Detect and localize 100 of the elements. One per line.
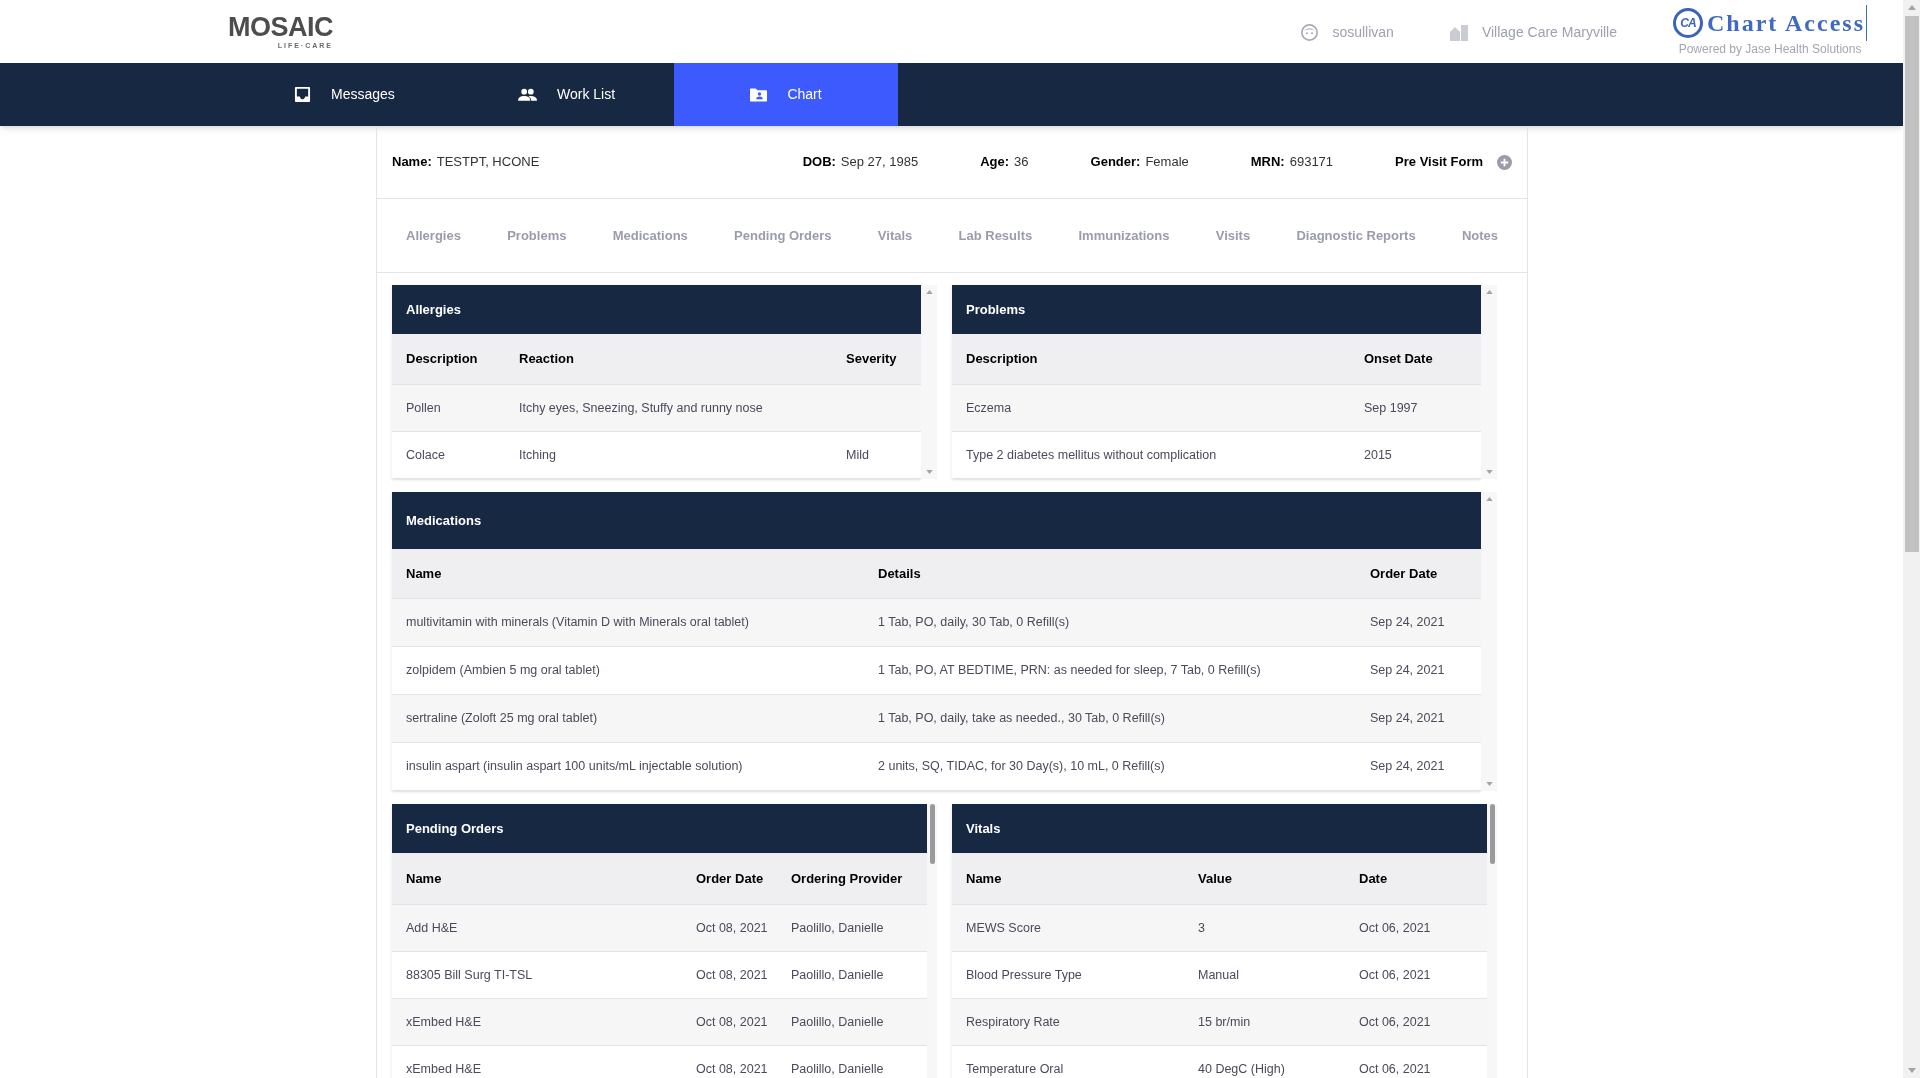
username: sosullivan [1332,23,1394,42]
table-cell-text: zolpidem (Ambien 5 mg oral tablet) [406,662,601,680]
pre-visit-form-button[interactable]: Pre Visit Form [1395,152,1512,172]
section-tab[interactable]: Medications [612,225,688,246]
table-cell-text: Oct 06, 2021 [1359,919,1432,937]
table-cell-text: Pollen [406,399,442,417]
section-tab[interactable]: Lab Results [958,225,1033,246]
table-cell-text: Paolillo, Danielle [791,1060,885,1078]
scroll-up-icon[interactable] [1907,5,1916,10]
table-cell-text: Sep 24, 2021 [1370,662,1446,680]
table-cell-text: Oct 08, 2021 [696,1013,769,1031]
table-cell-text: Type 2 diabetes mellitus without complication [966,446,1218,464]
table-cell-text: Oct 06, 2021 [1359,1013,1432,1031]
table-cell-text: Paolillo, Danielle [791,919,885,937]
column-header: Details [878,564,922,583]
scroll-down-icon[interactable] [925,470,933,474]
table-cell-text: Blood Pressure Type [966,966,1083,984]
table-cell-text: Sep 24, 2021 [1370,758,1446,776]
table-cell-text: Sep 24, 2021 [1370,614,1446,632]
nav-tab[interactable]: Messages [226,63,450,126]
section-tab[interactable]: Immunizations [1078,225,1170,246]
table-cell-text: 15 br/min [1198,1013,1252,1031]
brand-name: Chart Access [1707,5,1867,41]
table-cell-text: insulin aspart (insulin aspart 100 units/mL injectable solution) [406,758,744,776]
table-cell-text: Colace [406,446,446,464]
section-tab[interactable]: Diagnostic Reports [1296,225,1416,246]
column-header: Name [406,564,443,583]
table-cell-text: 3 [1198,919,1206,937]
table-cell-text: 2015 [1364,446,1393,464]
panel-scrollbar[interactable] [1481,285,1497,479]
column-header: Severity [846,350,898,369]
field-value: TESTPT, HCONE [436,153,540,172]
table-cell-text: Respiratory Rate [966,1013,1061,1031]
scrollbar-thumb[interactable] [929,804,935,864]
table-cell-text: Temperature Oral [966,1060,1065,1078]
table-cell-text: xEmbed H&E [406,1013,483,1031]
field-label: DOB: [802,153,836,172]
panel-header: Allergies [392,285,921,334]
table-cell-text: Oct 08, 2021 [696,966,769,984]
column-header: Order Date [696,869,765,888]
column-header: Onset Date [1364,350,1434,369]
field-label: MRN: [1250,153,1285,172]
scrollbar-thumb[interactable] [1489,804,1495,864]
scroll-up-icon[interactable] [1485,497,1493,501]
inbox-icon [294,86,311,103]
section-tab[interactable]: Visits [1215,225,1251,246]
column-header: Value [1198,869,1233,888]
scroll-up-icon[interactable] [1485,290,1493,294]
table-cell-text: Itching [519,446,557,464]
scrollbar-thumb[interactable] [1904,16,1919,552]
field-label: Name: [392,153,432,172]
panel-header: Vitals [952,804,1487,853]
location-name: Village Care Maryville [1481,23,1618,42]
column-header: Date [1359,869,1389,888]
table-cell-text: multivitamin with minerals (Vitamin D with Minerals oral tablet) [406,614,750,632]
column-header: Reaction [519,350,575,369]
field-label: Gender: [1090,153,1141,172]
section-tab[interactable]: Problems [507,225,567,246]
panel-scrollbar[interactable] [927,804,937,1078]
table-cell-text: Manual [1198,966,1240,984]
table-cell-text: 1 Tab, PO, AT BEDTIME, PRN: as needed for sleep, 7 Tab, 0 Refill(s) [878,662,1262,680]
table-cell-text: Oct 08, 2021 [696,919,769,937]
panel-scrollbar[interactable] [921,285,937,479]
plus-circle-icon [1497,154,1512,170]
panel-scrollbar[interactable] [1487,804,1497,1078]
brand-tagline: Powered by Jase Health Solutions [1678,41,1862,58]
nav-tab[interactable]: Work List [450,63,674,126]
column-header: Order Date [1370,564,1439,583]
table-cell-text: Sep 1997 [1364,399,1419,417]
section-tab[interactable]: Allergies [406,225,461,246]
column-header: Ordering Provider [791,869,904,888]
table-cell-text: xEmbed H&E [406,1060,483,1078]
section-tab[interactable]: Notes [1461,225,1498,246]
column-header: Name [406,869,443,888]
table-cell-text: Oct 08, 2021 [696,1060,769,1078]
brand-logo-mark: CA [1673,8,1704,38]
table-cell-text: 1 Tab, PO, daily, take as needed., 30 Tab, 0 Refill(s) [878,710,1166,728]
table-cell-text: 2 units, SQ, TIDAC, for 30 Day(s), 10 mL, 0 Refill(s) [878,758,1166,776]
face-icon [1301,24,1319,41]
nav-tab[interactable]: Chart [674,63,898,126]
page-scrollbar[interactable] [1903,0,1920,1078]
logo-text: MOSAIC [228,14,333,41]
table-cell-text: Eczema [966,399,1013,417]
scroll-down-icon[interactable] [1485,782,1493,786]
scroll-down-icon[interactable] [1907,1068,1916,1073]
scroll-up-icon[interactable] [925,290,933,294]
section-tab[interactable]: Pending Orders [734,225,832,246]
table-cell-text: Mild [846,446,870,464]
table-cell-text: Paolillo, Danielle [791,966,885,984]
panel-scrollbar[interactable] [1481,492,1497,791]
panel-header: Problems [952,285,1481,334]
table-cell-text: Oct 06, 2021 [1359,1060,1432,1078]
scroll-down-icon[interactable] [1485,470,1493,474]
field-label: Age: [980,153,1010,172]
table-cell-text: Itchy eyes, Sneezing, Stuffy and runny nose [519,399,764,417]
section-tab[interactable]: Vitals [877,225,913,246]
panel-header: Medications [392,492,1481,549]
table-cell-text: 88305 Bill Surg TI-TSL [406,966,534,984]
people-icon [518,88,537,101]
table-cell-text: MEWS Score [966,919,1042,937]
